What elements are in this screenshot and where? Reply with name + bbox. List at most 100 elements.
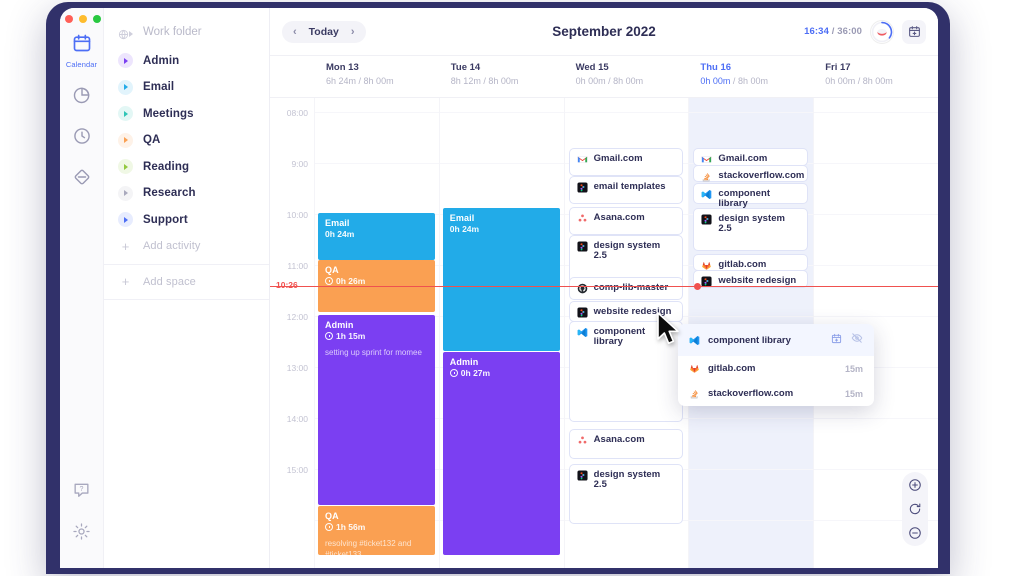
app-card-label: stackoverflow.com (718, 170, 805, 181)
app-card[interactable]: design system 2.5 (693, 208, 809, 251)
popup-row[interactable]: component library (678, 324, 874, 356)
app-card-label: design system 2.5 (718, 213, 786, 235)
time-gutter-spacer (270, 56, 314, 97)
calendar-event[interactable]: Email 0h 24m (318, 213, 435, 260)
calendar-icon (72, 33, 92, 58)
sidebar-item-qa[interactable]: QA (104, 127, 269, 154)
event-duration: 1h 15m (325, 331, 428, 341)
add-activity-button[interactable]: + Add activity (104, 233, 269, 260)
event-duration-text: 1h 56m (336, 522, 366, 533)
day-tracked: 6h 24m (326, 76, 357, 86)
sidebar-item-meetings[interactable]: Meetings (104, 101, 269, 128)
rail-item-reports[interactable] (63, 85, 101, 110)
app-card[interactable]: Gmail.com (568, 148, 684, 176)
current-time-dot (694, 283, 701, 290)
day-header-4[interactable]: Fri 17 0h 00m / 8h 00m (813, 56, 938, 97)
calendar-event[interactable]: QA 0h 26m (318, 260, 435, 312)
event-title: Admin (325, 320, 354, 330)
app-card[interactable]: website redesign (693, 270, 809, 288)
day-column-0[interactable]: Email 0h 24m QA 0h 26m Admin 1h 15m setting up… (314, 98, 439, 568)
plus-icon: + (121, 274, 130, 290)
day-sep: / (356, 76, 364, 86)
grid-line (315, 163, 439, 164)
avatar[interactable] (871, 20, 893, 43)
current-time-label: 10:26 (276, 280, 298, 290)
rail-bottom-group: ? (60, 480, 103, 546)
popup-row[interactable]: gitlab.com 15m (678, 356, 874, 381)
add-space-button[interactable]: + Add space (104, 269, 269, 296)
gmail-icon (577, 156, 588, 163)
next-week-button[interactable]: › (351, 26, 355, 38)
day-header-1[interactable]: Tue 14 8h 12m / 8h 00m (439, 56, 564, 97)
event-title: Email (449, 213, 475, 223)
popup-row[interactable]: stackoverflow.com 15m (678, 381, 874, 406)
app-card[interactable]: gitlab.com (693, 254, 809, 271)
maximize-window-button[interactable] (93, 15, 101, 23)
rail-item-goals[interactable] (63, 167, 101, 192)
day-column-2[interactable]: Gmail.com email templates Asana.com design … (563, 98, 689, 568)
app-card[interactable]: email templates (568, 176, 684, 204)
grid-line (814, 163, 938, 164)
prev-week-button[interactable]: ‹ (293, 26, 297, 38)
add-event-button[interactable] (902, 19, 926, 44)
day-header-0[interactable]: Mon 13 6h 24m / 8h 00m (314, 56, 439, 97)
day-column-1[interactable]: Email 0h 24m Admin 0h 27m (438, 98, 564, 568)
figma-icon (577, 307, 588, 318)
popup-row-label: stackoverflow.com (708, 388, 794, 399)
sidebar-item-research[interactable]: Research (104, 180, 269, 207)
app-card[interactable]: Asana.com (568, 207, 684, 235)
rail-item-calendar[interactable]: Calendar (63, 33, 101, 69)
app-card-label: email templates (593, 181, 666, 192)
calendar-event[interactable]: Admin 1h 15m setting up sprint for momee (318, 315, 435, 505)
calendar-event[interactable]: Admin 0h 27m (442, 352, 560, 555)
window-traffic-lights (65, 15, 101, 23)
minimize-window-button[interactable] (79, 15, 87, 23)
app-card[interactable]: design system 2.5 (568, 464, 684, 524)
sidebar-item-reading[interactable]: Reading (104, 154, 269, 181)
today-button[interactable]: Today (309, 26, 339, 38)
app-card[interactable]: Asana.com (568, 429, 684, 459)
sidebar-item-label: QA (143, 134, 161, 147)
calendar-toolbar: ‹ Today › September 2022 16:34 / 36:00 (270, 8, 938, 56)
sidebar-item-label: Admin (143, 54, 180, 67)
app-card[interactable]: component library (568, 321, 684, 422)
eye-off-icon[interactable] (851, 331, 863, 349)
day-goal: 8h 00m (613, 76, 644, 86)
play-icon (118, 159, 133, 175)
app-card[interactable]: comp-lib-master (568, 277, 684, 300)
app-card[interactable]: Gmail.com (693, 148, 809, 166)
calendar-event[interactable]: QA 1h 56m resolving #ticket132 and #ticket… (318, 506, 435, 555)
app-card[interactable]: stackoverflow.com (693, 165, 809, 182)
figma-icon (701, 276, 712, 287)
grid-line (439, 163, 564, 164)
event-duration-text: 0h 26m (336, 276, 366, 287)
app-card-label: Asana.com (593, 212, 645, 223)
app-card[interactable]: website redesign (568, 301, 684, 322)
app-card-label: Gmail.com (593, 153, 643, 164)
zoom-reset-button[interactable] (908, 502, 922, 516)
sidebar-work-folder[interactable]: Work folder (104, 21, 269, 48)
minus-circle-icon (909, 527, 921, 539)
sidebar-item-label: Research (143, 187, 196, 200)
zoom-in-button[interactable] (908, 478, 922, 492)
calendar-plus-icon[interactable] (831, 331, 842, 349)
day-header-3[interactable]: Thu 16 0h 00m / 8h 00m (688, 56, 813, 97)
day-header-2[interactable]: Wed 15 0h 00m / 8h 00m (564, 56, 689, 97)
screenshot-root: Calendar ? Work folder Admin Email Meeti… (0, 0, 1024, 576)
calendar-event[interactable]: Email 0h 24m (442, 208, 560, 351)
app-card[interactable]: component library (693, 183, 809, 209)
close-window-button[interactable] (65, 15, 73, 23)
rail-item-settings[interactable] (63, 522, 101, 546)
event-duration-text: 0h 24m (325, 229, 355, 240)
rail-item-help[interactable]: ? (63, 480, 101, 504)
zoom-out-button[interactable] (908, 526, 922, 540)
stack-icon (690, 390, 698, 399)
work-folder-label: Work folder (143, 25, 202, 38)
rail-item-timer[interactable] (63, 126, 101, 151)
time-label: 15:00 (286, 465, 308, 475)
sidebar-item-support[interactable]: Support (104, 207, 269, 234)
grid-line (689, 418, 814, 419)
gitlab-icon (690, 364, 699, 373)
sidebar-item-admin[interactable]: Admin (104, 48, 269, 75)
sidebar-item-email[interactable]: Email (104, 74, 269, 101)
